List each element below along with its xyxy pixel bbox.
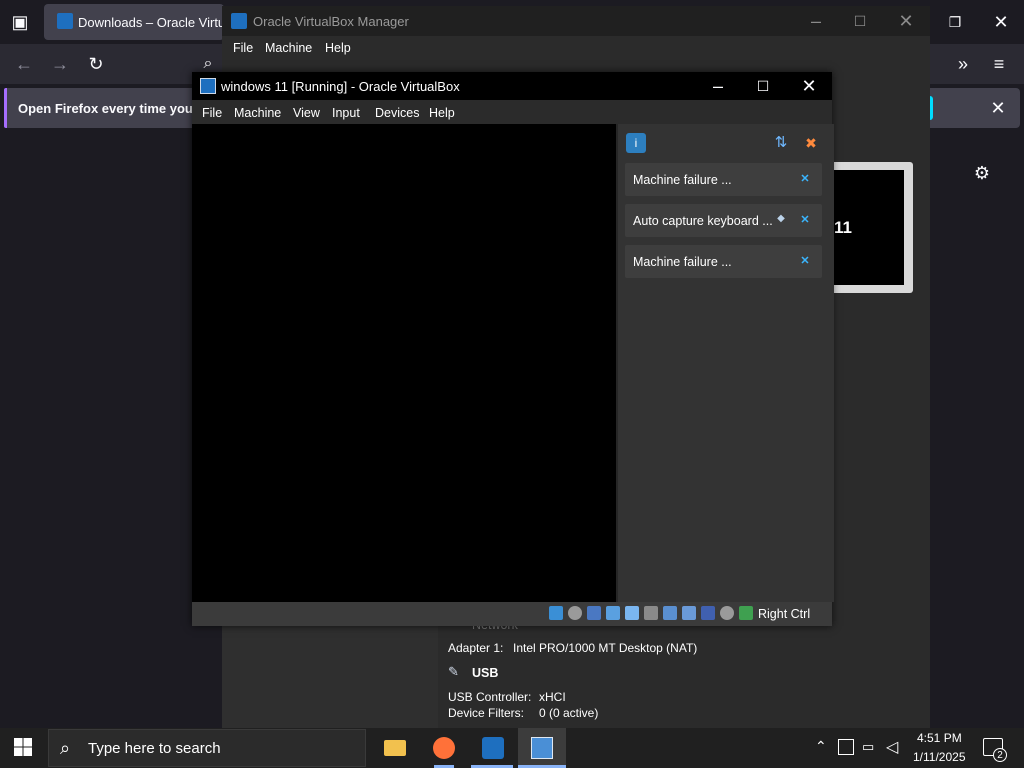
hard-disk-icon[interactable] [549,606,563,620]
windows-start-icon[interactable] [14,738,34,758]
close-notification-icon[interactable]: ✕ [799,214,811,226]
network-status-icon[interactable]: ▭ [862,739,880,755]
vm-status-bar [192,602,832,626]
virtualbox-icon [482,737,504,759]
back-icon[interactable]: ← [12,52,36,76]
app-menu-icon[interactable]: ≡ [987,52,1011,76]
display-icon[interactable] [663,606,677,620]
virtualbox-logo-icon [231,13,247,29]
vm-window-title: windows 11 [Running] - Oracle VirtualBox [221,79,460,94]
folder-icon [384,740,406,756]
vm-menu-input[interactable]: Input [332,106,360,120]
file-explorer-taskbar-button[interactable] [371,728,419,768]
audio-icon[interactable] [587,606,601,620]
vm-menu-file[interactable]: File [202,106,222,120]
taskbar-time[interactable]: 4:51 PM [917,731,962,745]
usb-icon: ✎ [448,664,459,679]
vm-display[interactable] [192,124,616,602]
clear-notifications-icon[interactable]: ✖ [802,134,820,152]
mouse-integration-icon[interactable] [720,606,734,620]
device-filters-label: Device Filters: [448,706,525,720]
system-tray-app-icon[interactable] [838,739,854,755]
network-icon[interactable] [606,606,620,620]
close-window-icon[interactable]: ✕ [989,10,1013,34]
sort-notifications-icon[interactable]: ⇅ [772,134,790,152]
overflow-menu-icon[interactable]: » [951,52,975,76]
taskbar-search-placeholder: Type here to search [88,740,221,757]
pin-notifications-icon[interactable]: i [626,133,646,153]
show-hidden-icons-icon[interactable]: ⌃ [815,738,827,755]
firefox-view-icon[interactable]: ▣ [8,10,32,34]
virtualization-icon[interactable] [701,606,715,620]
vm-menu-help[interactable]: Help [429,106,455,120]
reload-icon[interactable]: ↻ [84,52,108,76]
vm-minimize-icon[interactable]: – [706,74,730,98]
vm-menu-view[interactable]: View [293,106,320,120]
menu-machine[interactable]: Machine [265,41,312,55]
virtualbox-favicon-icon [57,13,73,29]
restore-window-icon[interactable]: ❐ [943,10,967,34]
taskbar-search-icon: ⌕ [60,738,71,758]
notice-accent-bar [4,88,7,128]
vm-close-icon[interactable]: ✕ [797,74,821,98]
taskbar-date[interactable]: 1/11/2025 [913,750,966,764]
notification-text: Auto capture keyboard ... [633,214,773,228]
usb-controller-label: USB Controller: [448,690,532,704]
host-key-label: Right Ctrl [758,607,811,621]
vm-preview-label: 11 [834,218,852,237]
network-adapter-label: Adapter 1: [448,641,504,655]
recording-icon[interactable] [682,606,696,620]
firefox-taskbar-button[interactable] [420,728,468,768]
vm-window-icon [200,78,216,94]
close-icon[interactable]: ✕ [894,9,918,33]
device-filters-value: 0 (0 active) [539,706,599,720]
usb-controller-value: xHCI [539,690,566,704]
vm-maximize-icon[interactable]: ☐ [751,74,775,98]
settings-gear-icon[interactable]: ⚙ [970,161,994,185]
help-icon[interactable]: ◆ [775,213,787,225]
shared-folders-icon[interactable] [644,606,658,620]
firefox-icon [433,737,455,759]
vm-menubar [192,100,832,124]
vm-menu-devices[interactable]: Devices [375,106,419,120]
volume-muted-icon[interactable]: ◁ [886,737,898,757]
forward-icon[interactable]: → [48,52,72,76]
notice-close-icon[interactable]: ✕ [986,96,1010,120]
vbox-manager-title: Oracle VirtualBox Manager [253,14,409,29]
network-adapter-value: Intel PRO/1000 MT Desktop (NAT) [513,641,698,655]
keyboard-capture-icon[interactable] [739,606,753,620]
close-notification-icon[interactable]: ✕ [799,255,811,267]
minimize-icon[interactable]: – [804,9,828,33]
menu-help[interactable]: Help [325,41,351,55]
usb-heading[interactable]: USB [472,666,498,680]
virtualbox-taskbar-button[interactable] [469,728,517,768]
usb-status-icon[interactable] [625,606,639,620]
notification-text: Machine failure ... [633,173,732,187]
notification-text: Machine failure ... [633,255,732,269]
vm-taskbar-button[interactable] [518,728,566,768]
close-notification-icon[interactable]: ✕ [799,173,811,185]
vm-menu-machine[interactable]: Machine [234,106,281,120]
vm-icon [531,737,553,759]
menu-file[interactable]: File [233,41,253,55]
optical-drive-icon[interactable] [568,606,582,620]
maximize-icon[interactable]: ☐ [848,9,872,33]
notification-count-badge: 2 [993,748,1007,762]
firefox-tab-title: Downloads – Oracle VirtualBox [78,15,224,30]
